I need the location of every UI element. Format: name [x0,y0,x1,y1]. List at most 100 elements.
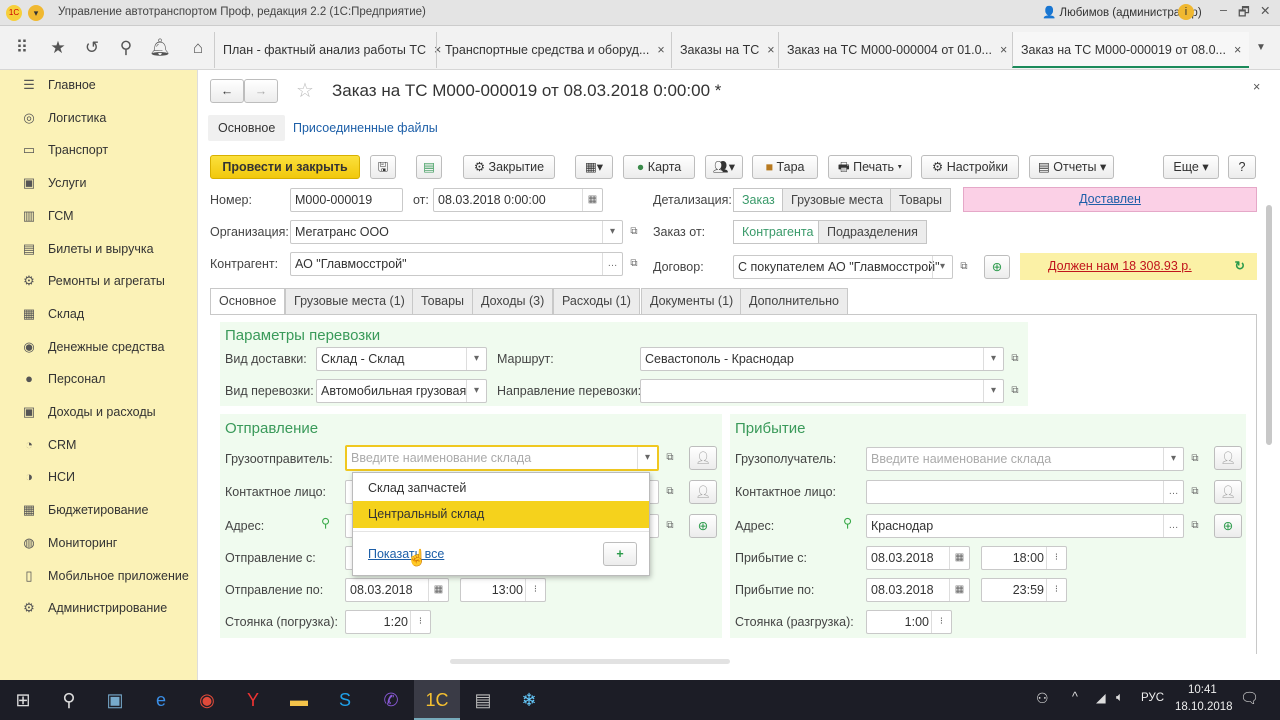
close-form-icon[interactable]: × [1253,80,1260,94]
status-badge[interactable]: Доставлен [963,187,1257,212]
1c-app-icon[interactable]: 1С [414,680,460,720]
tab-orders[interactable]: Заказы на ТС × [671,32,783,68]
open-icon[interactable]: ⧉ [953,255,975,279]
viber-icon[interactable]: ✆ [368,680,414,720]
sidebar-item[interactable]: ◍ Мониторинг [0,528,198,560]
notifications-icon[interactable]: 🗨︎ [1240,689,1259,707]
transport-field[interactable]: Автомобильная грузовая ▾ [316,379,487,403]
select-icon[interactable]: … [602,253,622,275]
save-icon[interactable]: 🖫 [370,155,396,179]
subnav-main[interactable]: Основное [208,115,286,141]
sidebar-item[interactable]: ▣ Доходы и расходы [0,397,198,429]
departure-to-date[interactable]: 08.03.2018 ▦ [345,578,449,602]
tara-button[interactable]: ■ Тара [752,155,818,179]
app-icon[interactable]: ▤ [460,680,506,720]
close-tab-icon[interactable]: × [1000,43,1007,57]
map-pin-icon[interactable]: ⚲ [321,515,330,530]
form-tab[interactable]: Товары [412,288,473,314]
date-field[interactable]: 08.03.2018 0:00:00 ▦ [433,188,603,212]
sidebar-item[interactable]: ▭ Транспорт [0,135,198,167]
dropdown-icon[interactable]: ▾ [932,256,952,278]
detail-goods[interactable]: Товары [890,188,951,212]
tabs-more-icon[interactable]: ▼ [1256,42,1266,53]
consignee-field[interactable]: Введите наименование склада ▾ [866,447,1184,471]
debt-link[interactable]: Должен нам 18 308.93 р. [1048,259,1192,273]
arrival-from-date[interactable]: 08.03.2018 ▦ [866,546,970,570]
sidebar-item[interactable]: ⚙ Ремонты и агрегаты [0,266,198,298]
favorites-star-icon[interactable]: ★ [46,38,70,58]
tab-order-19[interactable]: Заказ на ТС М000-000019 от 08.0... × [1012,32,1250,68]
spinner-icon[interactable]: ⁝ [410,611,430,633]
create-new-button[interactable]: + [603,542,637,566]
order-from-contractor[interactable]: Контрагента [733,220,823,244]
add-contact-button[interactable]: 👤︎ [1214,480,1242,504]
favorite-star-icon[interactable]: ☆ [296,78,314,103]
folder-icon[interactable]: ▬ [276,680,322,720]
arrival-to-time[interactable]: 23:59 ⁝ [981,578,1067,602]
search-icon[interactable]: ⚲ [114,38,138,58]
info-icon[interactable]: i [1178,4,1194,20]
history-icon[interactable]: ↺ [80,38,104,58]
spinner-icon[interactable]: ⁝ [1046,579,1066,601]
tab-vehicles[interactable]: Транспортные средства и оборуд... × [436,32,673,68]
tray-chevron-icon[interactable]: ^ [1072,690,1078,704]
sidebar-item[interactable]: ◉ Денежные средства [0,332,198,364]
open-icon[interactable]: ⧉ [1184,514,1206,538]
edge-icon[interactable]: e [138,680,184,720]
windows-start-icon[interactable]: ⊞ [0,680,46,720]
select-icon[interactable]: … [1163,515,1183,537]
snowflake-icon[interactable]: ❄ [506,680,552,720]
reports-button[interactable]: ▤ Отчеты ▾ [1029,155,1114,179]
sidebar-item[interactable]: ▯ Мобильное приложение [0,561,198,593]
calendar-icon[interactable]: ▦ [949,579,969,601]
org-field[interactable]: Мегатранс ООО ▾ [290,220,623,244]
form-tab[interactable]: Документы (1) [641,288,743,314]
volume-icon[interactable]: 🔈︎ [1116,690,1124,705]
add-contact-button[interactable]: 👤︎ [689,480,717,504]
form-tab[interactable]: Расходы (1) [553,288,640,314]
dropdown-icon[interactable]: ▾ [602,221,622,243]
forward-button[interactable]: → [244,79,278,103]
contract-field[interactable]: С покупателем АО "Главмосстрой" ▾ [733,255,953,279]
calendar-icon[interactable]: ▦ [949,547,969,569]
close-tab-icon[interactable]: × [657,43,664,57]
yandex-icon[interactable]: Y [230,680,276,720]
search-icon[interactable]: ⚲ [46,680,92,720]
refresh-icon[interactable]: ↻ [1235,253,1245,280]
dropdown-icon[interactable]: ▾ [466,348,486,370]
language-indicator[interactable]: РУС [1141,692,1164,704]
dropdown-icon[interactable]: ▾ [637,447,657,469]
clock-time[interactable]: 10:41 [1188,684,1217,696]
sidebar-item[interactable]: ◎ Логистика [0,103,198,135]
shipper-field[interactable]: Введите наименование склада ▾ [345,445,659,471]
dropdown-icon[interactable]: ▾ [466,380,486,402]
arrival-from-time[interactable]: 18:00 ⁝ [981,546,1067,570]
minimize-button[interactable]: – [1220,3,1227,17]
add-contract-button[interactable]: ⊕ [984,255,1010,279]
map-button[interactable]: ● Карта [623,155,695,179]
dropdown-item[interactable]: Склад запчастей [353,475,649,501]
arrival-address-field[interactable]: Краснодар… [866,514,1184,538]
close-tab-icon[interactable]: × [1234,43,1241,57]
delivery-field[interactable]: Склад - Склад ▾ [316,347,487,371]
subnav-files[interactable]: Присоединенные файлы [293,121,438,135]
wifi-icon[interactable]: ◢ [1096,690,1106,705]
clock-date[interactable]: 18.10.2018 [1175,701,1233,713]
add-contact-button[interactable]: 👤︎ [1214,446,1242,470]
dropdown-item-highlighted[interactable]: Центральный склад [353,501,649,528]
open-icon[interactable]: ⧉ [659,446,681,470]
open-icon[interactable]: ⧉ [1184,447,1206,471]
sidebar-item[interactable]: ▤ Билеты и выручка [0,234,198,266]
form-tab[interactable]: Дополнительно [740,288,848,314]
calendar-icon[interactable]: ▦ [428,579,448,601]
help-button[interactable]: ? [1228,155,1256,179]
settings-button[interactable]: ⚙ Настройки [921,155,1019,179]
number-field[interactable]: М000-000019 [290,188,403,212]
sidebar-item[interactable]: ▦ Бюджетирование [0,495,198,527]
add-address-button[interactable]: ⊕ [1214,514,1242,538]
route-field[interactable]: Севастополь - Краснодар ▾ [640,347,1004,371]
closing-button[interactable]: ⚙ Закрытие [463,155,555,179]
tab-plan-fact[interactable]: План - фактный анализ работы ТС × [214,32,449,68]
calendar-icon[interactable]: ▦ [582,189,602,211]
open-icon[interactable]: ⧉ [623,252,645,276]
